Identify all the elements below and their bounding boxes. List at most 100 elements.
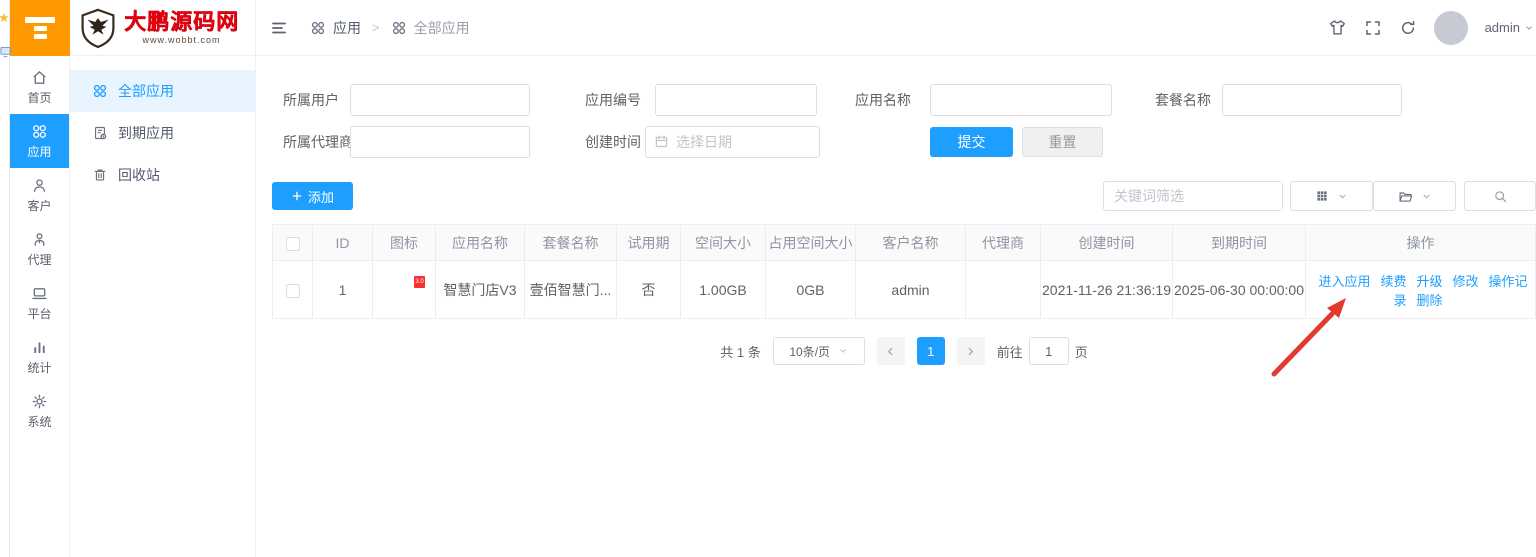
header-main: 应用 > 全部应用 admin	[256, 0, 1536, 55]
column-density-button[interactable]	[1290, 181, 1373, 211]
chevron-down-icon	[1526, 25, 1532, 30]
browser-edge-strip: ★	[0, 0, 11, 557]
owner-label: 所属用户	[283, 92, 339, 108]
user-menu[interactable]: admin	[1485, 20, 1534, 35]
plus-icon	[292, 191, 302, 201]
enter-app-link[interactable]: 进入应用	[1318, 274, 1370, 289]
delete-link[interactable]: 删除	[1417, 293, 1443, 308]
add-button[interactable]: 添加	[272, 182, 353, 210]
bar-chart-icon	[31, 339, 48, 356]
submit-button[interactable]: 提交	[930, 127, 1013, 157]
col-created: 创建时间	[1040, 224, 1173, 261]
col-app-name: 应用名称	[435, 224, 525, 261]
chevron-down-icon	[840, 349, 846, 353]
agent-user-icon	[31, 231, 48, 248]
app-name-input[interactable]	[930, 84, 1112, 116]
renew-link[interactable]: 续费	[1380, 274, 1406, 289]
breadcrumb-section[interactable]: 应用	[333, 18, 361, 38]
col-space: 空间大小	[680, 224, 766, 261]
package-input[interactable]	[1222, 84, 1402, 116]
app-code-label: 应用编号	[585, 92, 641, 108]
submenu-item-expired-apps[interactable]: 到期应用	[70, 112, 255, 154]
gear-icon	[31, 393, 48, 410]
chevron-right-icon	[968, 347, 974, 355]
sidebar-item-agents[interactable]: 代理	[10, 222, 69, 276]
submenu-item-recycle-bin[interactable]: 回收站	[70, 154, 255, 196]
cell-trial: 否	[616, 260, 681, 319]
col-customer: 客户名称	[855, 224, 966, 261]
prev-page-button[interactable]	[876, 337, 905, 365]
primary-sidebar: 首页 应用 客户 代理 平台 统计 系统	[10, 56, 70, 557]
refresh-icon[interactable]	[1399, 19, 1417, 37]
apps-grid-icon	[31, 123, 48, 140]
col-id: ID	[312, 224, 373, 261]
agent-label: 所属代理商	[283, 134, 353, 150]
home-icon	[31, 69, 48, 86]
owner-input[interactable]	[350, 84, 530, 116]
breadcrumb-page: 全部应用	[413, 19, 470, 36]
cell-agent	[965, 260, 1041, 319]
apps-grid-icon	[391, 20, 407, 36]
select-all-checkbox[interactable]	[285, 236, 300, 251]
table-header-row: ID 图标 应用名称 套餐名称 试用期 空间大小 占用空间大小 客户名称 代理商…	[272, 224, 1536, 261]
package-label: 套餐名称	[1155, 92, 1211, 108]
header: 大鹏源码网 www.wobbt.com 应用 > 全部应用 admin	[10, 0, 1536, 56]
row-checkbox[interactable]	[285, 283, 300, 298]
theme-tshirt-icon[interactable]	[1328, 18, 1347, 37]
total-count: 共 1 条	[720, 344, 761, 360]
chevron-left-icon	[888, 347, 893, 355]
next-page-button[interactable]	[956, 337, 985, 365]
user-avatar[interactable]	[1433, 10, 1468, 45]
brand: 大鹏源码网 www.wobbt.com	[70, 0, 256, 55]
breadcrumb-separator: >	[372, 20, 380, 35]
col-package-name: 套餐名称	[524, 224, 617, 261]
goto-label: 前往	[996, 344, 1023, 360]
main-content: 所属用户 应用编号 应用名称 套餐名称 所属代理商 创建时间 提交 重置 添加	[256, 56, 1536, 557]
export-folder-button[interactable]	[1373, 181, 1456, 211]
col-icon: 图标	[372, 224, 436, 261]
cell-id: 1	[312, 260, 373, 319]
monitor-icon	[0, 46, 11, 58]
apps-table: ID 图标 应用名称 套餐名称 试用期 空间大小 占用空间大小 客户名称 代理商…	[272, 224, 1536, 319]
page-number-current[interactable]: 1	[916, 337, 945, 365]
sidebar-item-home[interactable]: 首页	[10, 60, 69, 114]
goto-page-input[interactable]	[1028, 337, 1069, 365]
fullscreen-icon[interactable]	[1364, 19, 1382, 37]
app-name-label: 应用名称	[855, 92, 911, 108]
table-row: 1 K 智慧门店 3.0 智慧门店V3 壹佰智慧门... 否 1.00GB 0G…	[272, 260, 1536, 319]
search-button[interactable]	[1464, 181, 1536, 211]
app-code-input[interactable]	[655, 84, 817, 116]
date-input[interactable]	[645, 126, 820, 158]
brand-url: www.wobbt.com	[142, 35, 221, 45]
reset-button[interactable]: 重置	[1022, 127, 1103, 157]
sidebar-item-system[interactable]: 系统	[10, 384, 69, 438]
sidebar-item-statistics[interactable]: 统计	[10, 330, 69, 384]
cell-created: 2021-11-26 21:36:19	[1040, 260, 1173, 319]
submenu-item-all-apps[interactable]: 全部应用	[70, 70, 255, 112]
bookmark-star-icon: ★	[0, 10, 10, 25]
cell-actions: 进入应用 续费 升级 修改 操作记录 删除	[1305, 260, 1536, 319]
date-picker[interactable]	[645, 126, 820, 158]
upgrade-link[interactable]: 升级	[1416, 274, 1442, 289]
cell-package-name: 壹佰智慧门...	[524, 260, 617, 319]
density-grid-icon	[1317, 191, 1327, 201]
page-size-select[interactable]: 10条/页	[772, 337, 865, 365]
search-icon	[1494, 190, 1506, 202]
edit-link[interactable]: 修改	[1453, 274, 1479, 289]
col-used-space: 占用空间大小	[765, 224, 856, 261]
cell-space: 1.00GB	[680, 260, 766, 319]
sidebar-item-apps[interactable]: 应用	[10, 114, 69, 168]
apps-grid-icon	[92, 83, 108, 99]
breadcrumb: 应用 > 全部应用	[310, 18, 470, 38]
sidebar-toggle-icon[interactable]	[270, 19, 288, 37]
chevron-down-icon	[1422, 194, 1430, 199]
cell-expires: 2025-06-30 00:00:00	[1172, 260, 1306, 319]
keyword-search-input[interactable]	[1103, 181, 1283, 211]
col-trial: 试用期	[616, 224, 681, 261]
cell-icon: K 智慧门店 3.0	[372, 260, 436, 319]
sidebar-item-customers[interactable]: 客户	[10, 168, 69, 222]
brand-title: 大鹏源码网	[124, 9, 240, 34]
agent-input[interactable]	[350, 126, 530, 158]
sidebar-item-platform[interactable]: 平台	[10, 276, 69, 330]
eagle-shield-logo-icon	[76, 6, 120, 50]
